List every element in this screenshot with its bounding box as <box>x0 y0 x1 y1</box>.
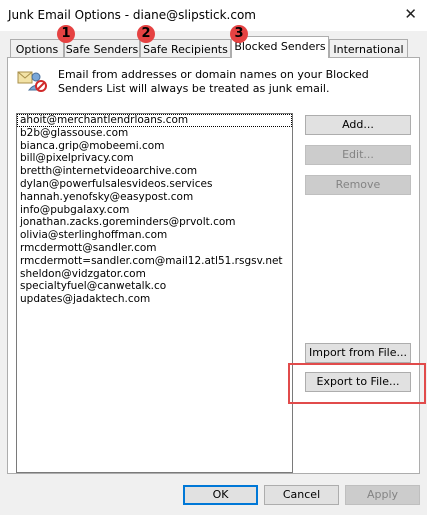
list-item[interactable]: bianca.grip@mobeemi.com <box>17 140 292 153</box>
cancel-button[interactable]: Cancel <box>264 485 339 505</box>
list-item[interactable]: bretth@internetvideoarchive.com <box>17 165 292 178</box>
close-icon[interactable]: ✕ <box>404 5 417 23</box>
list-item[interactable]: bill@pixelprivacy.com <box>17 152 292 165</box>
export-highlight-box <box>288 363 426 404</box>
list-item[interactable]: dylan@powerfulsalesvideos.services <box>17 178 292 191</box>
add-button[interactable]: Add... <box>305 115 411 135</box>
blocked-senders-list[interactable]: ahoit@merchantlendrloans.com b2b@glassou… <box>16 113 293 473</box>
tab-safe-senders[interactable]: Safe Senders <box>64 39 140 59</box>
list-item[interactable]: b2b@glassouse.com <box>17 127 292 140</box>
tab-options[interactable]: Options <box>10 39 64 59</box>
list-item[interactable]: specialtyfuel@canwetalk.co <box>17 280 292 293</box>
list-item[interactable]: olivia@sterlinghoffman.com <box>17 229 292 242</box>
list-item[interactable]: info@pubgalaxy.com <box>17 204 292 217</box>
apply-button[interactable]: Apply <box>345 485 420 505</box>
list-item[interactable]: hannah.yenofsky@easypost.com <box>17 191 292 204</box>
list-item[interactable]: updates@jadaktech.com <box>17 293 292 306</box>
ok-button[interactable]: OK <box>183 485 258 505</box>
remove-button[interactable]: Remove <box>305 175 411 195</box>
tab-international[interactable]: International <box>329 39 408 59</box>
description-text: Email from addresses or domain names on … <box>58 68 369 95</box>
edit-button[interactable]: Edit... <box>305 145 411 165</box>
blocked-senders-icon <box>17 71 47 92</box>
import-from-file-button[interactable]: Import from File... <box>305 343 411 363</box>
list-item[interactable]: sheldon@vidzgator.com <box>17 268 292 281</box>
tab-safe-recipients[interactable]: Safe Recipients <box>140 39 231 59</box>
window-title: Junk Email Options - diane@slipstick.com <box>8 8 256 22</box>
list-item[interactable]: ahoit@merchantlendrloans.com <box>17 114 292 127</box>
list-item[interactable]: rmcdermott=sandler.com@mail12.atl51.rsgs… <box>17 255 292 268</box>
step-badge-1: 1 <box>57 25 75 43</box>
list-item[interactable]: rmcdermott@sandler.com <box>17 242 292 255</box>
list-item[interactable]: jonathan.zacks.goreminders@prvolt.com <box>17 216 292 229</box>
step-badge-2: 2 <box>137 25 155 43</box>
step-badge-3: 3 <box>230 25 248 43</box>
